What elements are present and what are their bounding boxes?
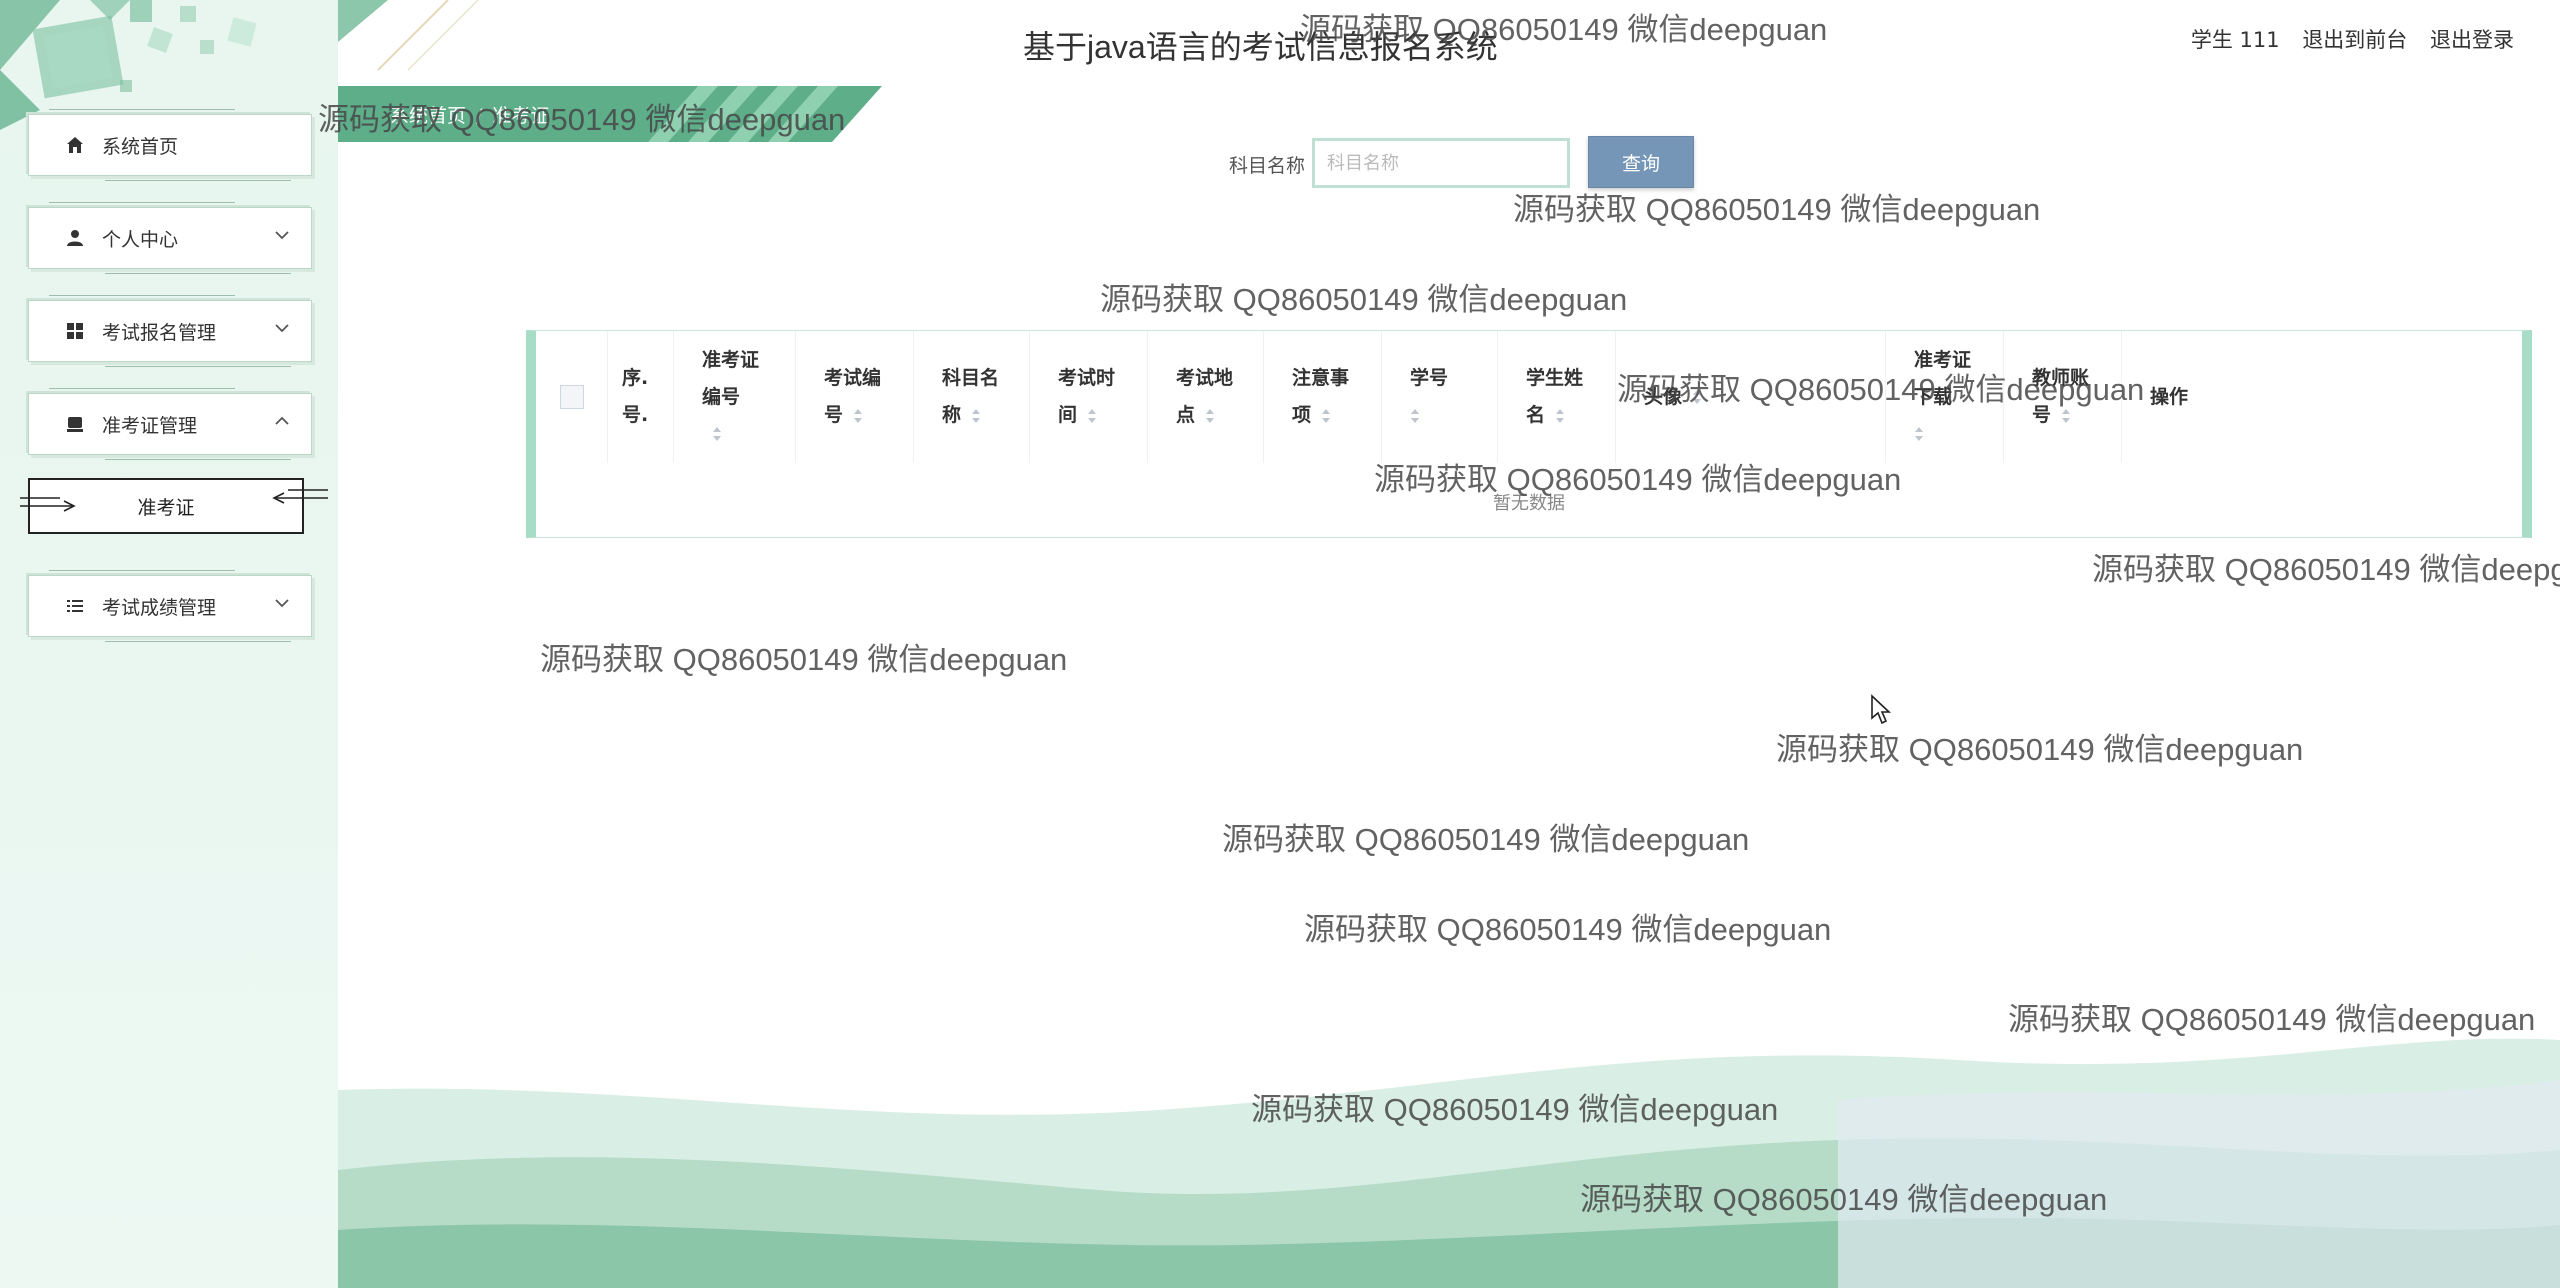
breadcrumb-separator: / [476,105,483,127]
table-header: 序. 号. 准考证 编号 考试编 号 科目名 称 考试时 间 考试地 点 注意事… [536,331,2522,463]
column-header-line: 考试地 [1176,367,1234,389]
admission-ticket-table: 序. 号. 准考证 编号 考试编 号 科目名 称 考试时 间 考试地 点 注意事… [526,330,2532,538]
column-header[interactable]: 注意事 项 [1264,331,1382,463]
column-header: 操作 [2122,331,2282,463]
select-all-checkbox[interactable] [559,385,584,409]
chevron-down-icon [275,599,289,608]
sort-icon[interactable] [1321,407,1331,425]
column-header[interactable]: 学号 [1382,331,1498,463]
column-header-line: 号 [824,404,844,426]
background-waves [338,1038,2560,1288]
sort-icon[interactable] [1087,407,1097,425]
sidebar-item-label: 准考证管理 [102,414,198,437]
sidebar-item-exam-registration[interactable]: 考试报名管理 [28,295,312,367]
column-header-line: 序. [622,367,649,389]
sidebar-item-label: 个人中心 [102,228,179,251]
watermark: 源码获取 QQ86050149 微信deepguan [540,642,1068,677]
sidebar-item-label: 考试报名管理 [102,321,217,344]
watermark: 源码获取 QQ86050149 微信deepguan [2092,552,2560,587]
page-title: 基于java语言的考试信息报名系统 [1023,29,1498,65]
sidebar-item-personal-center[interactable]: 个人中心 [28,202,312,274]
column-header-line: 称 [942,404,962,426]
subject-name-input[interactable] [1312,138,1570,188]
sidebar: 系统首页 个人中心 考试报名管理 准考证管理 准考证 考试成绩管理 [0,0,338,1288]
column-header[interactable]: 考试地 点 [1148,331,1264,463]
sort-icon[interactable] [1555,407,1565,425]
watermark: 源码获取 QQ86050149 微信deepguan [1100,282,1628,317]
column-header-line: 头像 [1644,385,1683,408]
sort-icon[interactable] [971,407,981,425]
breadcrumb-home[interactable]: 系统首页 [390,105,466,127]
column-header-line: 名 [1526,404,1546,426]
column-header[interactable]: 考试时 间 [1030,331,1148,463]
column-header-line: 准考证 [1914,348,1972,371]
breadcrumb: 系统首页 / 准考证 [390,101,549,128]
sidebar-item-exam-scores[interactable]: 考试成绩管理 [28,570,312,642]
watermark: 源码获取 QQ86050149 微信deepguan [1304,912,1832,947]
logout-link[interactable]: 退出登录 [2430,28,2514,52]
sort-icon[interactable] [2061,407,2071,425]
column-header[interactable]: 考试编 号 [796,331,914,463]
sort-icon[interactable] [1410,407,1420,425]
chevron-down-icon [275,231,289,240]
arrow-left-icon [272,489,328,504]
column-header-line: 间 [1058,404,1078,426]
watermark: 源码获取 QQ86050149 微信deepguan [1513,192,2041,227]
sort-icon[interactable] [1914,425,1924,443]
column-header: 序. 号. [608,331,674,463]
to-frontend-link[interactable]: 退出到前台 [2302,28,2407,52]
column-header[interactable]: 头像 [1616,331,1886,463]
watermark: 源码获取 QQ86050149 微信deepguan [1222,822,1750,857]
search-label: 科目名称 [1229,155,1306,177]
sort-icon[interactable] [712,425,722,443]
list-icon [66,597,84,615]
home-icon [66,136,84,154]
column-header-line: 点 [1176,404,1196,426]
column-header[interactable]: 教师账 号 [2004,331,2122,463]
grid-icon [66,322,84,340]
sidebar-subitem-label: 准考证 [137,496,195,519]
column-header-line: 注意事 [1292,367,1350,389]
column-header-line: 号. [622,404,649,426]
sidebar-item-home[interactable]: 系统首页 [28,109,312,181]
column-header-line: 学号 [1410,367,1449,389]
column-header-line: 科目名 [942,367,1000,389]
column-header-line: 学生姓 [1526,367,1584,389]
watermark: 源码获取 QQ86050149 微信deepguan [1776,732,2304,767]
user-icon [66,229,84,247]
empty-state-text: 暂无数据 [1493,493,1565,514]
column-header-line: 考试编 [824,367,882,389]
column-header[interactable]: 科目名 称 [914,331,1030,463]
column-header-line: 下载 [1914,385,1953,408]
sidebar-item-admission-ticket[interactable]: 准考证管理 [28,388,312,460]
chevron-down-icon [275,324,289,333]
column-header-line: 操作 [2150,385,2189,408]
arrow-right-icon [20,497,76,512]
column-header[interactable]: 准考证 下载 [1886,331,2004,463]
user-area: 学生 111 退出到前台 退出登录 [2191,24,2514,54]
sort-icon[interactable] [1692,388,1702,406]
column-header-line: 项 [1292,404,1312,426]
sidebar-item-label: 考试成绩管理 [102,596,217,619]
chevron-up-icon [275,416,289,425]
column-header-line: 考试时 [1058,367,1116,389]
card-icon [66,415,84,433]
column-header-line: 准考证 [702,348,760,371]
column-header-line: 教师账 [2032,367,2090,389]
column-header[interactable]: 学生姓 名 [1498,331,1616,463]
sort-icon[interactable] [1205,407,1215,425]
breadcrumb-current: 准考证 [492,105,550,127]
search-button[interactable]: 查询 [1588,136,1694,188]
table-header-select [536,331,608,463]
column-header[interactable]: 准考证 编号 [674,331,796,463]
mouse-cursor-icon [1871,694,1892,725]
sort-icon[interactable] [853,407,863,425]
column-header-line: 号 [2032,404,2052,426]
column-header-line: 编号 [702,385,741,408]
sidebar-item-label: 系统首页 [102,135,179,158]
user-name: 学生 111 [2190,28,2280,52]
